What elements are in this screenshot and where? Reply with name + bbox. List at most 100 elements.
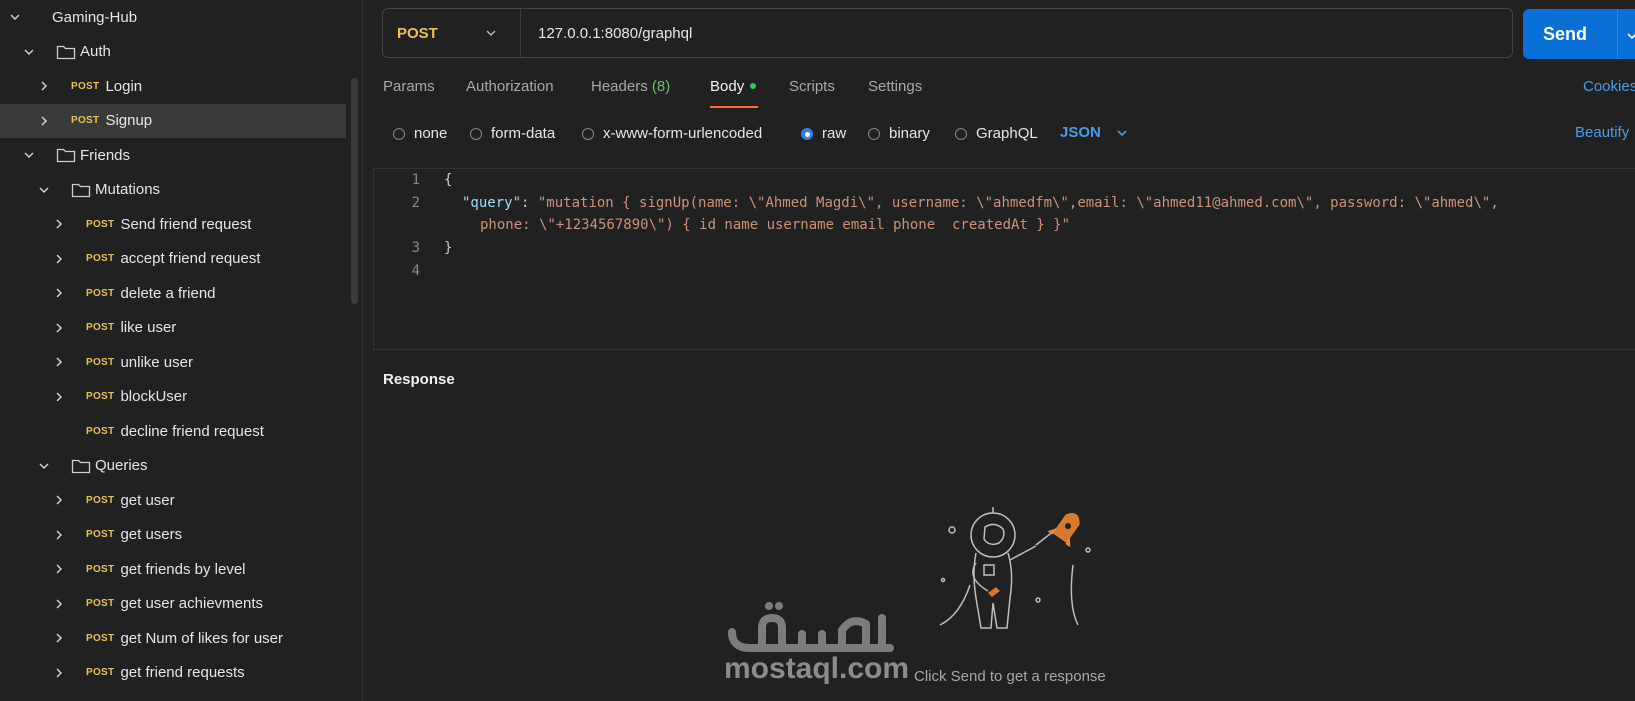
empty-response-message: Click Send to get a response [914, 668, 1106, 685]
request-item-delete-a-friend[interactable]: POST delete a friend [0, 276, 346, 310]
radio-raw[interactable]: raw [801, 125, 846, 142]
cookies-link[interactable]: Cookies [1583, 78, 1635, 95]
method-tag: POST [86, 356, 115, 368]
folder-item-queries[interactable]: Queries [0, 449, 346, 483]
method-tag: POST [86, 529, 115, 540]
radio-button-selected[interactable] [801, 127, 813, 140]
request-item-get-friend-requests[interactable]: POST get friend requests [0, 656, 346, 690]
request-item-get-user-achievments[interactable]: POST get user achievments [0, 587, 346, 621]
json-key: "query" [462, 195, 522, 211]
chevron-right-icon[interactable] [52, 321, 66, 335]
method-tag: POST [86, 425, 115, 437]
chevron-down-icon [484, 26, 498, 44]
radio-button[interactable] [470, 127, 482, 140]
chevron-right-icon[interactable] [52, 355, 66, 369]
active-tab-indicator [710, 106, 758, 108]
tree-item-label: get friend requests [120, 664, 245, 681]
folder-item-mutations[interactable]: Mutations [0, 173, 346, 207]
method-dropdown[interactable]: POST [383, 9, 521, 57]
request-item-get-friends-by-level[interactable]: POST get friends by level [0, 552, 346, 586]
line-number: 3 [411, 240, 420, 256]
astronaut-rocket-illustration [939, 507, 1091, 629]
chevron-right-icon[interactable] [52, 286, 66, 300]
request-item-signup[interactable]: POST Signup [0, 103, 346, 138]
tree-item-label: Queries [95, 457, 148, 474]
json-colon: : [521, 195, 538, 211]
request-item-blockuser[interactable]: POST blockUser [0, 380, 346, 414]
tree-item-label: get user [120, 491, 175, 509]
chevron-right-icon[interactable] [52, 217, 66, 231]
request-item-login[interactable]: POST Login [0, 69, 346, 103]
tab-authorization[interactable]: Authorization [466, 78, 554, 95]
chevron-right-icon[interactable] [52, 390, 66, 404]
chevron-down-icon[interactable] [37, 459, 51, 473]
tree-item-label: get Num of likes for user [120, 629, 283, 647]
chevron-down-icon[interactable] [1625, 27, 1635, 48]
folder-item-auth[interactable]: Auth [0, 35, 346, 69]
url-input[interactable]: 127.0.0.1:8080/graphql [521, 25, 692, 42]
tab-params[interactable]: Params [383, 78, 435, 95]
tree-item-label: get friends by level [120, 560, 246, 578]
chevron-down-icon[interactable] [22, 148, 36, 162]
request-item-get-user[interactable]: POST get user [0, 483, 346, 517]
chevron-right-icon[interactable] [52, 666, 66, 680]
method-tag: POST [71, 115, 100, 126]
code-line-wrapped: phone: \"+1234567890\") { id name userna… [480, 217, 1071, 233]
chevron-right-icon[interactable] [52, 252, 66, 266]
collection-sidebar: Gaming-Hub Auth POST Login POST Signup Friends… [0, 0, 363, 701]
chevron-down-icon[interactable] [37, 183, 51, 197]
radio-button[interactable] [393, 127, 405, 140]
chevron-down-icon[interactable] [8, 10, 22, 24]
chevron-right-icon[interactable] [52, 597, 66, 611]
request-url-bar: POST 127.0.0.1:8080/graphql [382, 8, 1513, 58]
body-format-dropdown[interactable]: JSON [1060, 124, 1129, 141]
request-item-send-friend-request[interactable]: POST Send friend request [0, 207, 346, 241]
request-item-get-users[interactable]: POST get users [0, 518, 346, 552]
folder-item-gaming-hub[interactable]: Gaming-Hub [0, 0, 346, 34]
request-item-get-num-of-likes-for-user[interactable]: POST get Num of likes for user [0, 621, 346, 655]
tab-body[interactable]: Body [710, 78, 757, 95]
tree-item-label: decline friend request [120, 422, 264, 440]
request-item-decline-friend-request[interactable]: POST decline friend request [0, 414, 346, 448]
chevron-right-icon[interactable] [52, 631, 66, 645]
code-editor[interactable]: 1 2 3 4 { "query": "mutation { signUp(na… [373, 168, 1635, 350]
tab-headers[interactable]: Headers (8) [591, 78, 670, 95]
tree-item-label: accept friend request [120, 250, 261, 267]
method-label: POST [397, 24, 438, 42]
request-item-like-user[interactable]: POST like user [0, 311, 346, 345]
radio-label: binary [889, 125, 930, 142]
request-item-unlike-user[interactable]: POST unlike user [0, 345, 346, 379]
radio-label: GraphQL [976, 125, 1038, 142]
radio-binary[interactable]: binary [868, 125, 930, 142]
send-divider [1617, 9, 1618, 59]
code-line: } [444, 240, 453, 256]
chevron-right-icon[interactable] [52, 493, 66, 507]
tab-body-label: Body [710, 78, 745, 95]
beautify-link[interactable]: Beautify [1575, 124, 1629, 141]
chevron-placeholder[interactable] [52, 424, 66, 438]
send-button[interactable]: Send [1523, 9, 1635, 59]
radio-button[interactable] [868, 127, 880, 140]
radio-form-data[interactable]: form-data [470, 125, 555, 142]
folder-item-friends[interactable]: Friends [0, 138, 346, 172]
radio-graphql[interactable]: GraphQL [955, 125, 1038, 142]
radio-none[interactable]: none [393, 125, 447, 142]
radio-button[interactable] [582, 127, 594, 140]
tab-scripts[interactable]: Scripts [789, 78, 835, 95]
radio-label: raw [822, 125, 847, 142]
sidebar-scrollbar[interactable] [351, 78, 358, 304]
request-item-accept-friend-request[interactable]: POST accept friend request [0, 242, 346, 276]
chevron-down-icon[interactable] [22, 45, 36, 59]
radio-button[interactable] [955, 127, 967, 140]
method-tag: POST [86, 391, 115, 402]
tree-item-label: Gaming-Hub [52, 8, 138, 26]
method-tag: POST [86, 632, 115, 644]
chevron-right-icon[interactable] [52, 562, 66, 576]
tree-item-label: blockUser [120, 388, 188, 405]
tab-settings[interactable]: Settings [868, 78, 922, 95]
chevron-right-icon[interactable] [37, 114, 51, 128]
chevron-right-icon[interactable] [52, 528, 66, 542]
tree-item-label: Auth [80, 43, 111, 60]
chevron-right-icon[interactable] [37, 79, 51, 93]
radio-urlencoded[interactable]: x-www-form-urlencoded [582, 125, 762, 142]
